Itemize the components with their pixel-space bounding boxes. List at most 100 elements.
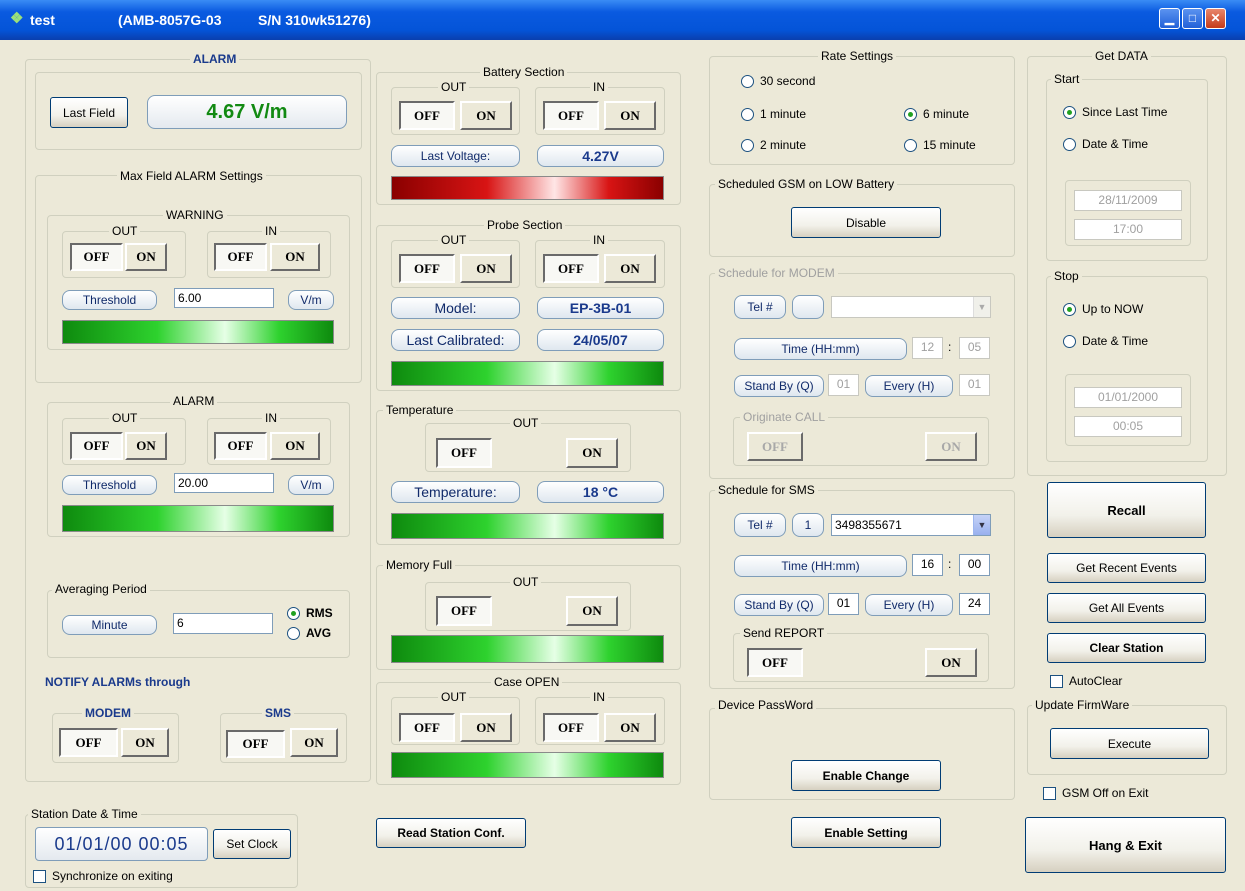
alarm-out-on-toggle[interactable]: ON — [125, 432, 167, 460]
start-date-input[interactable]: 28/11/2009 — [1074, 190, 1182, 211]
modem-standby-button[interactable]: Stand By (Q) — [734, 375, 824, 397]
battery-in-off-toggle[interactable]: OFF — [543, 101, 599, 130]
execute-button[interactable]: Execute — [1050, 728, 1209, 759]
modem-time-button[interactable]: Time (HH:mm) — [734, 338, 907, 360]
alarm-threshold-input[interactable]: 20.00 — [174, 473, 274, 493]
title-bar: ❖ test (AMB-8057G-03 S/N 310wk51276) ▁ □… — [0, 0, 1245, 40]
battery-in-on-toggle[interactable]: ON — [604, 101, 656, 130]
case-out-on-toggle[interactable]: ON — [460, 713, 512, 742]
set-clock-button[interactable]: Set Clock — [213, 829, 291, 859]
rate-1-minute-circle — [741, 107, 754, 121]
hang-exit-button[interactable]: Hang & Exit — [1025, 817, 1226, 873]
minimize-icon[interactable]: ▁ — [1159, 8, 1180, 29]
modem-minute-input[interactable]: 05 — [959, 337, 990, 359]
alarm-threshold-button[interactable]: Threshold — [62, 475, 157, 495]
send-report-off-toggle[interactable]: OFF — [747, 648, 803, 677]
originate-on-toggle[interactable]: ON — [925, 432, 977, 461]
temperature-status-bar — [391, 513, 664, 539]
rms-radio[interactable]: RMS — [287, 606, 333, 620]
gsm-off-checkbox[interactable]: GSM Off on Exit — [1043, 786, 1148, 800]
modem-on-toggle[interactable]: ON — [121, 728, 169, 757]
recall-button[interactable]: Recall — [1047, 482, 1206, 538]
warning-in-off-toggle[interactable]: OFF — [214, 243, 267, 271]
battery-out-on-toggle[interactable]: ON — [460, 101, 512, 130]
probe-in-off-toggle[interactable]: OFF — [543, 254, 599, 283]
modem-hour-input[interactable]: 12 — [912, 337, 943, 359]
sms-off-toggle[interactable]: OFF — [226, 730, 285, 758]
up-to-now-radio[interactable]: Up to NOW — [1063, 302, 1143, 316]
clear-station-button[interactable]: Clear Station — [1047, 633, 1206, 663]
start-date-time-radio[interactable]: Date & Time — [1063, 137, 1148, 151]
alarm-in-on-toggle[interactable]: ON — [270, 432, 320, 460]
warning-out-off-toggle[interactable]: OFF — [70, 243, 123, 271]
alarm-out-off-toggle[interactable]: OFF — [70, 432, 123, 460]
close-icon[interactable]: ✕ — [1205, 8, 1226, 29]
modem-tel-dropdown[interactable]: ▼ — [831, 296, 991, 318]
rate-15-minute-radio[interactable]: 15 minute — [904, 138, 976, 152]
stop-date-time-radio[interactable]: Date & Time — [1063, 334, 1148, 348]
originate-off-toggle[interactable]: OFF — [747, 432, 803, 461]
modem-tel-button[interactable]: Tel # — [734, 295, 786, 319]
alarm-in-off-toggle[interactable]: OFF — [214, 432, 267, 460]
rate-1-minute-radio[interactable]: 1 minute — [741, 107, 806, 121]
modem-every-input[interactable]: 01 — [959, 374, 990, 396]
sms-on-toggle[interactable]: ON — [290, 728, 338, 757]
enable-change-button[interactable]: Enable Change — [791, 760, 941, 791]
minute-button[interactable]: Minute — [62, 615, 157, 635]
since-last-time-radio[interactable]: Since Last Time — [1063, 105, 1167, 119]
get-all-events-button[interactable]: Get All Events — [1047, 593, 1206, 623]
memory-on-toggle[interactable]: ON — [566, 596, 618, 626]
warning-in-label: IN — [262, 224, 280, 238]
case-in-on-toggle[interactable]: ON — [604, 713, 656, 742]
modem-standby-input[interactable]: 01 — [828, 374, 859, 396]
sms-every-button[interactable]: Every (H) — [865, 594, 953, 616]
memory-off-toggle[interactable]: OFF — [436, 596, 492, 626]
sms-standby-input[interactable]: 01 — [828, 593, 859, 615]
probe-out-off-toggle[interactable]: OFF — [399, 254, 455, 283]
modem-off-toggle[interactable]: OFF — [59, 728, 118, 757]
rate-15-minute-circle — [904, 138, 917, 152]
sms-schedule-label: Schedule for SMS — [715, 483, 818, 497]
avg-label: AVG — [306, 626, 332, 640]
battery-out-off-toggle[interactable]: OFF — [399, 101, 455, 130]
warning-threshold-input[interactable]: 6.00 — [174, 288, 274, 308]
autoclear-checkbox[interactable]: AutoClear — [1050, 674, 1122, 688]
get-recent-events-button[interactable]: Get Recent Events — [1047, 553, 1206, 583]
maximize-icon[interactable]: □ — [1182, 8, 1203, 29]
synchronize-checkbox[interactable]: Synchronize on exiting — [33, 869, 173, 883]
read-station-conf-button[interactable]: Read Station Conf. — [376, 818, 526, 848]
enable-setting-button[interactable]: Enable Setting — [791, 817, 941, 848]
rate-6-minute-radio[interactable]: 6 minute — [904, 107, 969, 121]
last-field-button[interactable]: Last Field — [50, 97, 128, 128]
minute-input[interactable]: 6 — [173, 613, 273, 634]
sms-tel-dropdown[interactable]: 3498355671 ▼ — [831, 514, 991, 536]
sms-tel-button[interactable]: Tel # — [734, 513, 786, 537]
model-value: EP-3B-01 — [537, 297, 664, 319]
stop-date-input[interactable]: 01/01/2000 — [1074, 387, 1182, 408]
sms-time-button[interactable]: Time (HH:mm) — [734, 555, 907, 577]
since-last-time-label: Since Last Time — [1082, 105, 1168, 119]
rate-2-minute-radio[interactable]: 2 minute — [741, 138, 806, 152]
rate-30-second-radio[interactable]: 30 second — [741, 74, 815, 88]
probe-out-on-toggle[interactable]: ON — [460, 254, 512, 283]
model-label: Model: — [391, 297, 520, 319]
gsm-disable-button[interactable]: Disable — [791, 207, 941, 238]
warning-threshold-button[interactable]: Threshold — [62, 290, 157, 310]
case-out-off-toggle[interactable]: OFF — [399, 713, 455, 742]
temperature-on-toggle[interactable]: ON — [566, 438, 618, 468]
temperature-off-toggle[interactable]: OFF — [436, 438, 492, 468]
warning-out-on-toggle[interactable]: ON — [125, 243, 167, 271]
warning-in-on-toggle[interactable]: ON — [270, 243, 320, 271]
sms-every-input[interactable]: 24 — [959, 593, 990, 615]
modem-every-button[interactable]: Every (H) — [865, 375, 953, 397]
probe-in-on-toggle[interactable]: ON — [604, 254, 656, 283]
start-time-input[interactable]: 17:00 — [1074, 219, 1182, 240]
stop-time-input[interactable]: 00:05 — [1074, 416, 1182, 437]
case-in-off-toggle[interactable]: OFF — [543, 713, 599, 742]
sms-minute-input[interactable]: 00 — [959, 554, 990, 576]
memory-status-bar — [391, 635, 664, 663]
send-report-on-toggle[interactable]: ON — [925, 648, 977, 677]
sms-hour-input[interactable]: 16 — [912, 554, 943, 576]
sms-standby-button[interactable]: Stand By (Q) — [734, 594, 824, 616]
avg-radio[interactable]: AVG — [287, 626, 331, 640]
